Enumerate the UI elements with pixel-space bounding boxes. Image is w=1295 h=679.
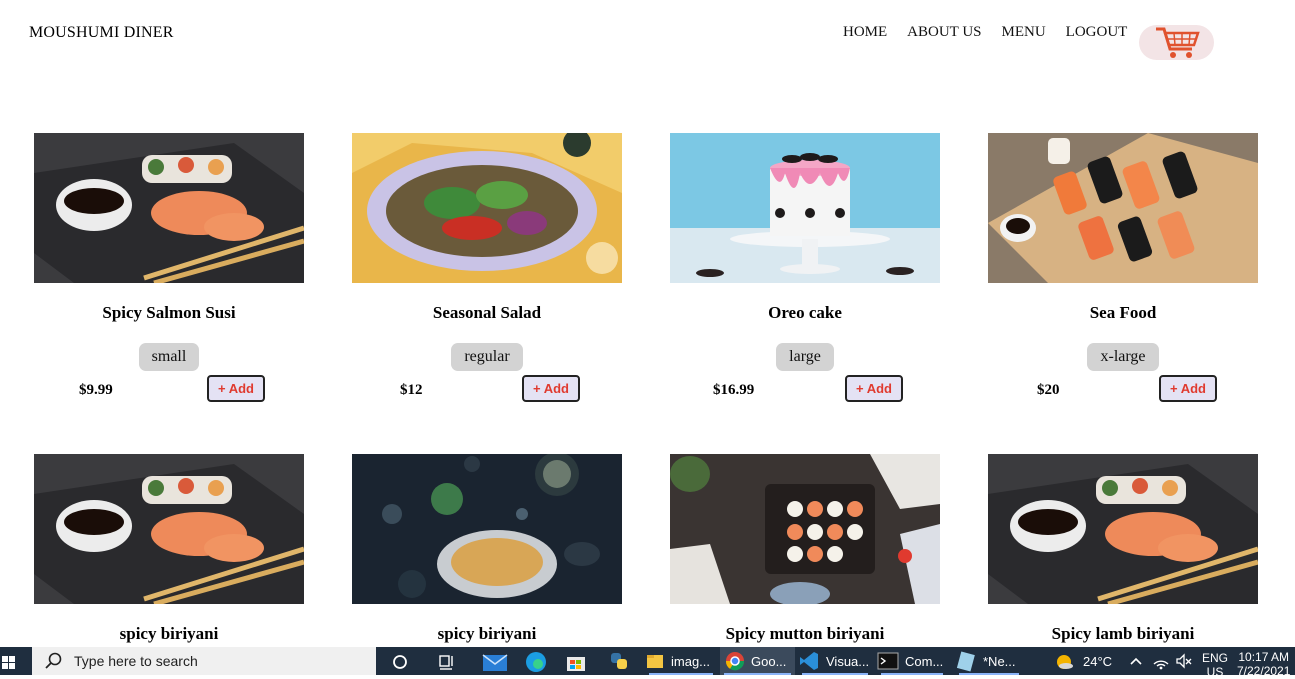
food-image (352, 454, 622, 604)
chevron-up-icon (1130, 657, 1142, 665)
add-to-cart-button[interactable]: + Add (207, 375, 265, 402)
menu-item-title: spicy biriyani (437, 624, 537, 643)
clock[interactable]: 10:17 AM 7/22/2021 (1237, 647, 1291, 678)
taskbar-app-explorer[interactable]: imag... (645, 647, 717, 675)
nav-logout[interactable]: LOGOUT (1066, 24, 1128, 41)
mail-button[interactable] (482, 647, 508, 675)
menu-item-title: Oreo cake (768, 303, 842, 322)
food-image (34, 454, 304, 604)
menu-card: Spicy mutton biriyani (670, 454, 940, 644)
menu-item-title: Sea Food (1089, 303, 1157, 322)
size-badge: x-large (1087, 343, 1159, 371)
food-image (670, 454, 940, 604)
menu-item-title: spicy biriyani (119, 624, 219, 643)
price: $9.99 (79, 382, 113, 398)
nav-home[interactable]: HOME (843, 24, 887, 41)
store-icon (567, 657, 585, 671)
start-button[interactable] (0, 647, 32, 675)
taskbar-app-label: imag... (671, 653, 711, 669)
menu-card: Seasonal Salad regular $12 + Add (352, 133, 622, 405)
windows-icon (2, 656, 15, 669)
menu-card: spicy biriyani (34, 454, 304, 644)
language-indicator[interactable]: ENG US (1202, 647, 1229, 679)
size-badge: small (138, 343, 200, 371)
menu-item-title: Seasonal Salad (432, 303, 542, 322)
mail-icon (482, 654, 508, 671)
menu-card: Spicy Salmon Susi small $9.99 + Add (34, 133, 304, 405)
size-badge: regular (451, 343, 523, 371)
menu-card: Sea Food x-large $20 + Add (988, 133, 1258, 405)
chrome-icon (725, 652, 745, 671)
nav-about-us[interactable]: ABOUT US (907, 24, 981, 41)
search-icon (45, 652, 62, 669)
add-to-cart-button[interactable]: + Add (1159, 375, 1217, 402)
main-nav: HOME ABOUT US MENU LOGOUT (843, 24, 1127, 41)
price: $16.99 (713, 382, 755, 398)
vscode-icon (800, 652, 818, 670)
menu-card: Oreo cake large $16.99 + Add (670, 133, 940, 405)
taskbar-app-label: *Ne... (983, 653, 1016, 669)
edge-button[interactable] (524, 647, 548, 675)
brand-logo[interactable]: MOUSHUMI DINER (29, 24, 174, 42)
weather-widget[interactable]: 24°C (1053, 647, 1112, 675)
cart-button[interactable] (1139, 25, 1214, 60)
temperature: 24°C (1083, 653, 1113, 669)
task-view-icon (439, 655, 453, 670)
language-region: US (1206, 665, 1224, 679)
menu-item-title: Spicy Salmon Susi (102, 303, 236, 322)
taskbar-app-label: Com... (905, 653, 944, 669)
taskbar-app-command-prompt[interactable]: Com... (877, 647, 947, 675)
taskbar-search-box[interactable]: Type here to search (32, 647, 376, 675)
tray-chevron-button[interactable] (1128, 647, 1144, 675)
nav-menu[interactable]: MENU (1002, 24, 1046, 41)
clock-time: 10:17 AM (1238, 650, 1290, 664)
task-view-button[interactable] (437, 647, 457, 675)
menu-item-title: Spicy mutton biriyani (725, 624, 885, 643)
terminal-icon (877, 652, 899, 670)
menu-card: Spicy lamb biriyani (988, 454, 1258, 644)
cortana-icon (393, 655, 407, 669)
food-image (352, 133, 622, 283)
edge-icon (526, 652, 546, 672)
weather-sun-icon (1057, 655, 1073, 669)
network-button[interactable] (1152, 647, 1170, 675)
clock-date: 7/22/2021 (1237, 664, 1291, 678)
food-image (34, 133, 304, 283)
taskbar-app-vscode[interactable]: Visua... (798, 647, 872, 675)
taskbar-app-chrome[interactable]: Goo... (720, 647, 795, 675)
language-code: ENG (1202, 651, 1229, 665)
volume-button[interactable] (1175, 647, 1193, 675)
price: $20 (1037, 382, 1060, 398)
food-image (670, 133, 940, 283)
price: $12 (400, 382, 423, 398)
food-image (988, 454, 1258, 604)
add-to-cart-button[interactable]: + Add (845, 375, 903, 402)
volume-muted-icon (1176, 653, 1192, 669)
search-placeholder: Type here to search (74, 653, 198, 669)
menu-card: spicy biriyani (352, 454, 622, 644)
store-button[interactable] (565, 647, 587, 675)
windows-taskbar: Type here to search imag... Goo... Visua… (0, 647, 1295, 679)
python-icon (611, 653, 627, 669)
taskbar-app-notepad[interactable]: *Ne... (955, 647, 1023, 675)
shopping-cart-icon (1155, 27, 1200, 58)
folder-icon (647, 655, 663, 668)
menu-item-title: Spicy lamb biriyani (1051, 624, 1195, 643)
python-button[interactable] (608, 647, 630, 675)
notepad-icon (956, 651, 975, 672)
food-image (988, 133, 1258, 283)
taskbar-app-label: Goo... (751, 653, 787, 669)
size-badge: large (776, 343, 834, 371)
wifi-icon (1153, 660, 1169, 670)
add-to-cart-button[interactable]: + Add (522, 375, 580, 402)
taskbar-app-label: Visua... (826, 653, 870, 669)
cortana-button[interactable] (390, 647, 410, 675)
